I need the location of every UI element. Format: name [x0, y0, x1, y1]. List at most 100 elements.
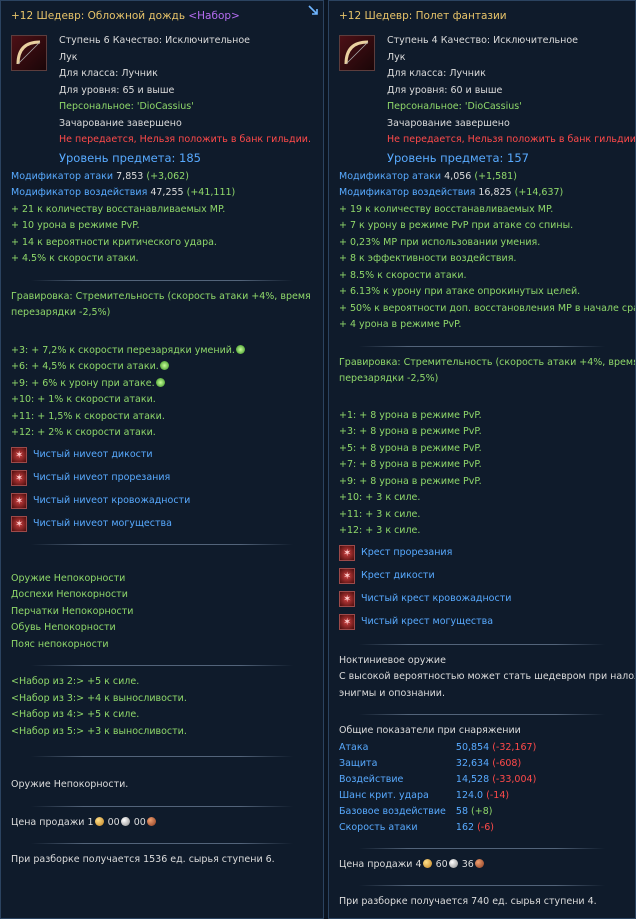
divider: [31, 805, 293, 807]
upgrade-bonus: +6: + 4,5% к скорости атаки.: [11, 361, 313, 378]
tier-quality: Ступень 4 Качество: Исключительное: [387, 35, 578, 46]
set-item: Доспехи Непокорности: [11, 589, 128, 600]
gem-slot[interactable]: ✶ Крест дикости: [339, 565, 625, 588]
set-name: Оружие Непокорности.: [11, 779, 129, 790]
gem-icon: ✶: [339, 545, 355, 561]
divider: [359, 885, 605, 886]
disassembly-info: При разборке получается 740 ед. сырья ст…: [339, 896, 597, 907]
upgrade-bonus: +11: + 1,5% к скорости атаки.: [11, 410, 165, 422]
gold-coin-icon: [422, 858, 432, 868]
gem-slot[interactable]: ✶ Чистый ниveот дикости: [11, 444, 313, 467]
level-requirement: Для уровня: 60 и выше: [387, 84, 503, 96]
expand-arrow-icon[interactable]: [307, 4, 319, 16]
bonus-line: + 19 к количеству восстанавливаемых MP.: [339, 203, 554, 215]
item-title: +12 Шедевр: Обложной дождь <Набор>: [11, 1, 313, 27]
stats-title: Общие показатели при снаряжении: [339, 725, 521, 736]
nocturne-title: Ноктиниевое оружие: [339, 654, 446, 666]
bow-icon[interactable]: [11, 35, 47, 71]
bonus-line: + 0,23% MP при использовании умения.: [339, 236, 541, 248]
sell-price: Цена продажи 4 60 36: [339, 858, 625, 876]
gear-bonus-icon: [235, 344, 245, 354]
set-item: Перчатки Непокорности: [11, 605, 134, 617]
divider: [31, 843, 293, 844]
set-tag: <Набор>: [188, 10, 240, 22]
gem-icon: ✶: [11, 447, 27, 463]
bonus-line: + 8 к эффективности воздействия.: [339, 253, 517, 264]
gear-bonus-icon: [155, 377, 165, 387]
bonus-line: + 6.13% к урону при атаке опрокинутых це…: [339, 286, 581, 297]
item-title: +12 Шедевр: Полет фантазии: [339, 10, 507, 22]
upgrade-bonus: +1: + 8 урона в режиме PvP.: [339, 409, 482, 421]
divider: [359, 714, 605, 715]
bow-icon[interactable]: [339, 35, 375, 71]
gem-slot[interactable]: ✶ Чистый крест кровожадности: [339, 588, 625, 611]
bonus-line: + 50% к вероятности доп. восстановления …: [339, 302, 635, 314]
gem-slot[interactable]: ✶ Чистый ниveот кровожадности: [11, 490, 313, 513]
bonus-line: + 4.5% к скорости атаки.: [11, 253, 139, 264]
level-requirement: Для уровня: 65 и выше: [59, 84, 175, 96]
bonus-line: + 21 к количеству восстанавливаемых MP.: [11, 203, 226, 215]
set-item: Оружие Непокорности: [11, 572, 126, 584]
divider: [31, 756, 293, 757]
item-level: Уровень предмета: 185: [59, 150, 201, 165]
item-type: Лук: [387, 51, 406, 63]
copper-coin-icon: [146, 816, 156, 826]
engraving-line: перезарядки -2,5%): [339, 373, 439, 384]
gem-slot[interactable]: ✶ Чистый крест могущества: [339, 611, 625, 634]
upgrade-bonus: +7: + 8 урона в режиме PvP.: [339, 459, 482, 470]
bonus-line: + 8.5% к скорости атаки.: [339, 269, 467, 281]
item-level: Уровень предмета: 157: [387, 150, 529, 165]
bonus-line: + 10 урона в режиме PvP.: [11, 220, 140, 231]
upgrade-bonus: +9: + 6% к урону при атаке.: [11, 377, 313, 395]
tooltip-right: +12 Шедевр: Полет фантазии Ступень 4 Кач…: [328, 0, 636, 919]
enchant-status: Зачарование завершено: [387, 117, 510, 129]
upgrade-bonus: +3: + 8 урона в режиме PvP.: [339, 426, 482, 437]
set-item: Обувь Непокорности: [11, 622, 116, 633]
personal-owner: Персональное: 'DioCassius': [387, 101, 522, 112]
silver-coin-icon: [120, 816, 130, 826]
sell-price: Цена продажи 1 00 00: [11, 816, 313, 834]
set-bonus: <Набор из 2:> +5 к силе.: [11, 676, 140, 687]
stat-row: Скорость атаки 162 (-6): [339, 821, 494, 833]
nocturne-desc: энигмы и опознании.: [339, 687, 445, 699]
gem-icon: ✶: [339, 614, 355, 630]
gem-icon: ✶: [339, 591, 355, 607]
engraving-line: Гравировка: Стремительность (скорость ат…: [339, 356, 636, 368]
stat-row: Базовое воздействие 58 (+8): [339, 805, 493, 817]
nocturne-desc: С высокой вероятностью может стать шедев…: [339, 671, 636, 682]
gem-slot[interactable]: ✶ Крест прорезания: [339, 542, 625, 565]
gear-bonus-icon: [159, 361, 169, 370]
item-header: Ступень 6 Качество: Исключительное Лук Д…: [11, 35, 313, 171]
mod-effect: Модификатор воздействия 47,255 (+41,111): [11, 187, 236, 198]
upgrade-bonus: +10: + 3 к силе.: [339, 492, 421, 503]
silver-coin-icon: [448, 858, 458, 868]
divider: [359, 643, 605, 645]
stat-row: Защита 32,634 (-608): [339, 757, 522, 769]
gold-coin-icon: [94, 816, 104, 826]
set-bonus: <Набор из 3:> +4 к выносливости.: [11, 692, 187, 704]
set-bonus: <Набор из 4:> +5 к силе.: [11, 709, 140, 720]
upgrade-bonus: +5: + 8 урона в режиме PvP.: [339, 442, 482, 454]
divider: [31, 279, 293, 281]
gem-slot[interactable]: ✶ Чистый ниveот прорезания: [11, 467, 313, 490]
divider: [31, 543, 293, 545]
copper-coin-icon: [474, 858, 484, 868]
upgrade-bonus: +12: + 2% к скорости атаки.: [11, 427, 156, 438]
mod-attack: Модификатор атаки 7,853 (+3,062): [11, 170, 189, 182]
class-requirement: Для класса: Лучник: [387, 68, 486, 79]
mod-attack: Модификатор атаки 4,056 (+1,581): [339, 170, 517, 182]
divider: [31, 665, 293, 666]
divider: [359, 345, 605, 347]
tooltip-left: +12 Шедевр: Обложной дождь <Набор> Ступе…: [0, 0, 324, 919]
bonus-line: + 4 урона в режиме PvP.: [339, 319, 462, 330]
item-title-main: +12 Шедевр: Обложной дождь: [11, 10, 186, 22]
gem-icon: ✶: [11, 493, 27, 509]
divider: [359, 847, 605, 849]
no-trade-warning: Не передается, Нельзя положить в банк ги…: [59, 134, 311, 145]
upgrade-bonus: +12: + 3 к силе.: [339, 525, 421, 536]
mod-effect: Модификатор воздействия 16,825 (+14,637): [339, 187, 564, 198]
item-header: Ступень 4 Качество: Исключительное Лук Д…: [339, 35, 635, 171]
set-item: Пояс непокорности: [11, 638, 109, 650]
gem-slot[interactable]: ✶ Чистый ниveот могущества: [11, 513, 313, 536]
bonus-line: + 7 к урону в режиме PvP при атаке со сп…: [339, 220, 574, 231]
